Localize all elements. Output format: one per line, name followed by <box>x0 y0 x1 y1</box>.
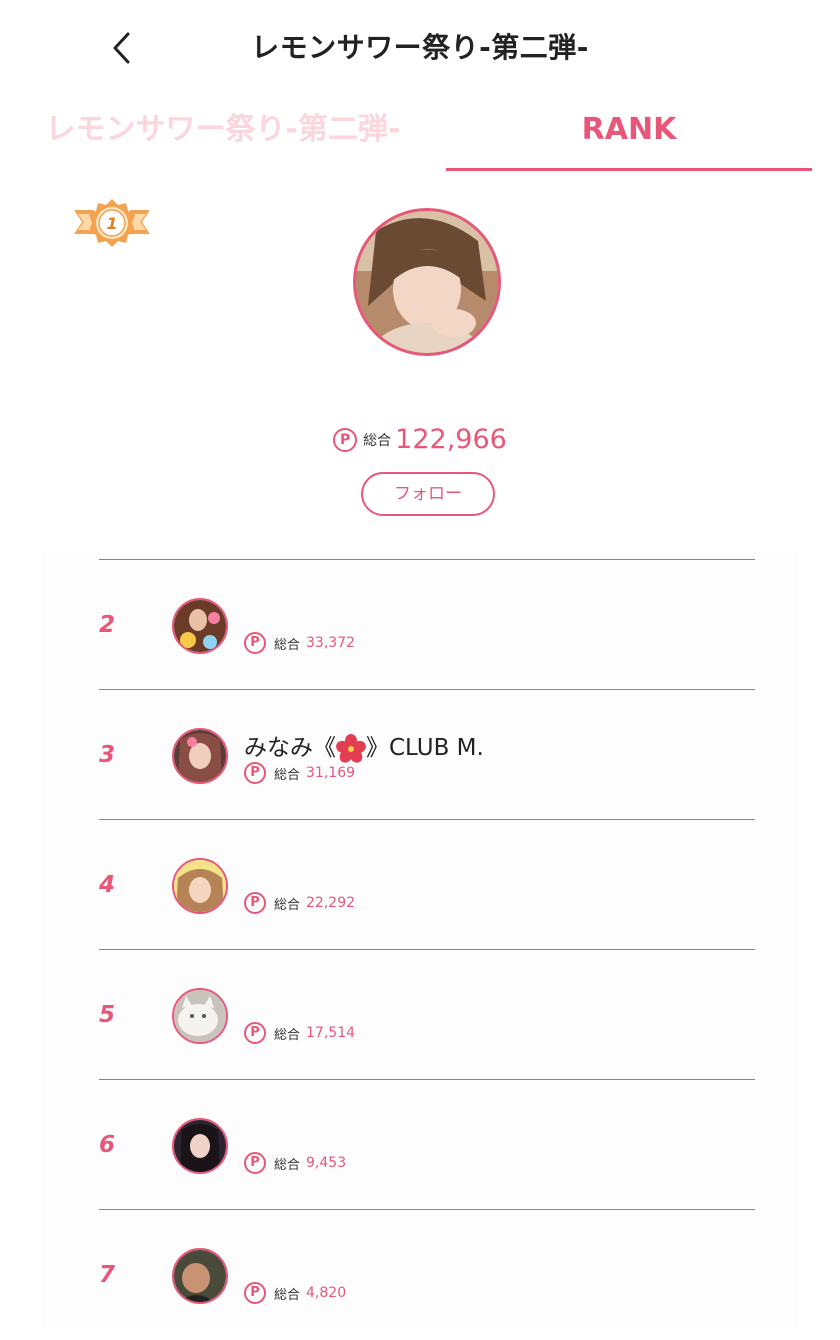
rank-number: 7 <box>99 1262 116 1288</box>
points-icon: P <box>244 1152 266 1174</box>
total-value: 122,966 <box>395 424 507 455</box>
active-tab-indicator <box>446 168 812 171</box>
medal-icon: 1 <box>74 196 150 250</box>
points-icon: P <box>333 427 358 452</box>
total-value: 17,514 <box>306 1025 356 1041</box>
points-icon: P <box>244 762 266 784</box>
total-label: 総合 <box>274 767 301 783</box>
hibiscus-flower-icon <box>336 733 366 764</box>
avatar[interactable] <box>172 1248 228 1304</box>
avatar[interactable] <box>172 598 228 654</box>
ranking-row[interactable]: 3 みなみ《 》CLUB M. P 総合 31,169 <box>99 689 755 820</box>
page-title: レモンサワー祭り-第二弾- <box>251 31 589 64</box>
points-icon: P <box>244 1282 266 1304</box>
avatar[interactable] <box>172 988 228 1044</box>
app-header: レモンサワー祭り-第二弾- <box>0 0 840 96</box>
top-user-avatar[interactable] <box>353 208 501 356</box>
points-icon: P <box>244 892 266 914</box>
rank-number: 3 <box>99 742 116 768</box>
total-label: 総合 <box>274 1157 301 1173</box>
total-label: 総合 <box>274 1027 301 1043</box>
ranking-row[interactable]: 5 P 総合 17,514 <box>99 949 755 1080</box>
total-value: 9,453 <box>306 1155 347 1171</box>
total-value: 22,292 <box>306 895 356 911</box>
top-user-total: P 総合 122,966 <box>0 424 840 460</box>
total-value: 31,169 <box>306 765 356 781</box>
total-value: 4,820 <box>306 1285 347 1301</box>
total-label: 総合 <box>274 637 301 653</box>
user-total: P 総合 22,292 <box>244 892 355 914</box>
follow-button[interactable]: フォロー <box>361 472 495 516</box>
tab-bar: レモンサワー祭り-第二弾- RANK <box>0 96 840 172</box>
ranking-row[interactable]: 7 P 総合 4,820 <box>99 1209 755 1340</box>
ranking-row[interactable]: 6 P 総合 9,453 <box>99 1079 755 1210</box>
user-name: みなみ《 》CLUB M. <box>244 728 484 764</box>
total-label: 総合 <box>274 1287 301 1303</box>
user-total: P 総合 9,453 <box>244 1152 346 1174</box>
points-icon: P <box>244 632 266 654</box>
rank-number: 4 <box>99 872 116 898</box>
user-total: P 総合 17,514 <box>244 1022 355 1044</box>
total-value: 33,372 <box>306 635 356 651</box>
avatar[interactable] <box>172 1118 228 1174</box>
tab-event[interactable]: レモンサワー祭り-第二弾- <box>0 96 446 168</box>
rank-number: 6 <box>99 1132 116 1158</box>
ranking-row[interactable]: 2 P 総合 33,372 <box>99 559 755 690</box>
rank-number: 2 <box>99 612 116 638</box>
user-total: P 総合 31,169 <box>244 762 355 784</box>
rank-number: 5 <box>99 1002 116 1028</box>
total-label: 総合 <box>274 897 301 913</box>
avatar[interactable] <box>172 728 228 784</box>
points-icon: P <box>244 1022 266 1044</box>
svg-text:1: 1 <box>106 214 117 233</box>
user-total: P 総合 4,820 <box>244 1282 346 1304</box>
tab-rank[interactable]: RANK <box>446 96 812 168</box>
user-total: P 総合 33,372 <box>244 632 355 654</box>
first-place-section: 1 P 総合 122,966 フォロー <box>0 172 840 552</box>
avatar[interactable] <box>172 858 228 914</box>
ranking-list: 2 P 総合 33,372 3 みなみ《 》CLUB M. P 総合 31,169 4 P… <box>42 552 798 1327</box>
ranking-row[interactable]: 4 P 総合 22,292 <box>99 819 755 950</box>
total-label: 総合 <box>363 432 392 449</box>
